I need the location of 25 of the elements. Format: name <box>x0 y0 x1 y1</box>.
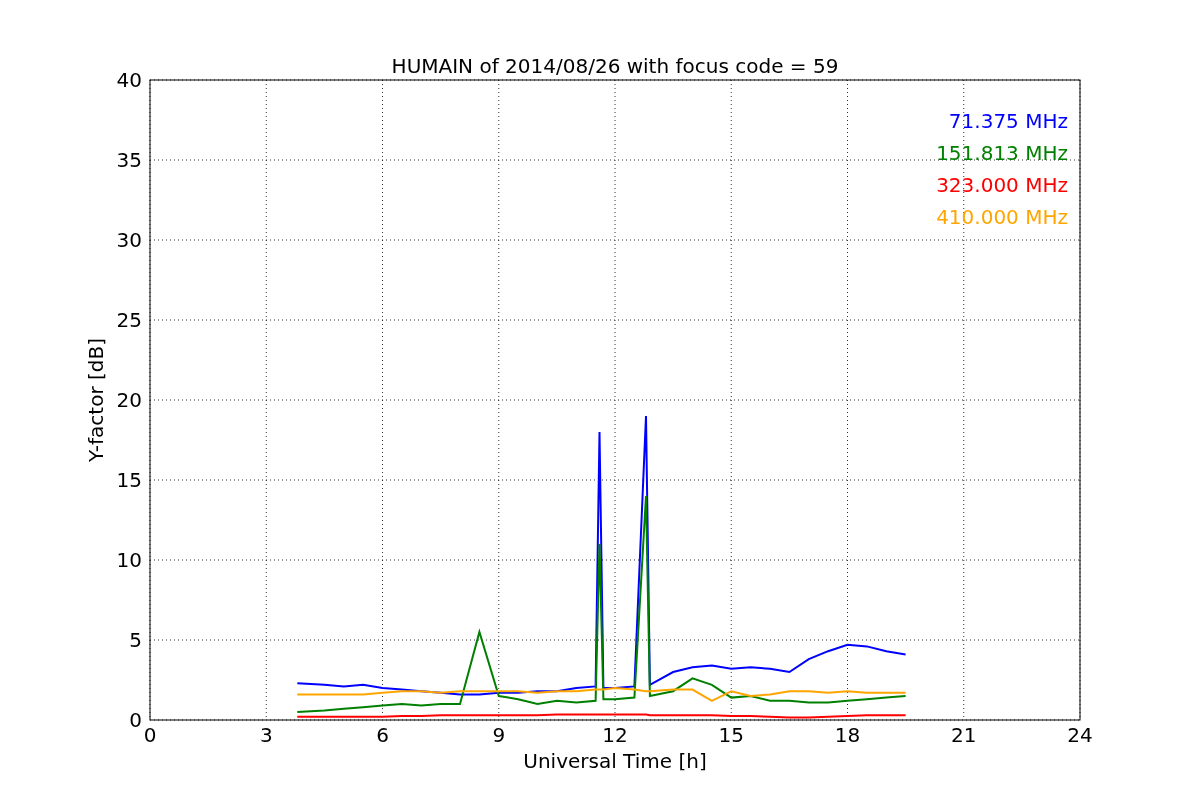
y-tick-label: 40 <box>116 68 142 92</box>
y-tick-label: 30 <box>116 228 142 252</box>
y-tick-label: 20 <box>116 388 142 412</box>
y-tick-label: 35 <box>116 148 142 172</box>
x-tick-label: 6 <box>376 723 389 747</box>
y-tick-label: 0 <box>129 708 142 732</box>
x-axis-label: Universal Time [h] <box>523 749 707 773</box>
y-axis-label: Y-factor [dB] <box>84 338 108 462</box>
x-tick-label: 15 <box>718 723 744 747</box>
y-tick-label: 5 <box>129 628 142 652</box>
legend-label: 410.000 MHz <box>936 205 1068 229</box>
y-tick-label: 15 <box>116 468 142 492</box>
x-tick-label: 24 <box>1067 723 1093 747</box>
x-tick-label: 18 <box>834 723 861 747</box>
x-tick-label: 0 <box>143 723 157 747</box>
legend-label: 151.813 MHz <box>936 141 1068 165</box>
legend-label: 71.375 MHz <box>948 109 1068 133</box>
y-tick-label: 25 <box>116 308 142 332</box>
legend-label: 323.000 MHz <box>936 173 1068 197</box>
chart-title: HUMAIN of 2014/08/26 with focus code = 59 <box>391 54 839 78</box>
x-tick-label: 21 <box>951 723 977 747</box>
x-tick-label: 3 <box>259 723 273 747</box>
y-tick-label: 10 <box>116 548 142 572</box>
x-tick-label: 12 <box>602 723 628 747</box>
x-tick-label: 9 <box>492 723 506 747</box>
